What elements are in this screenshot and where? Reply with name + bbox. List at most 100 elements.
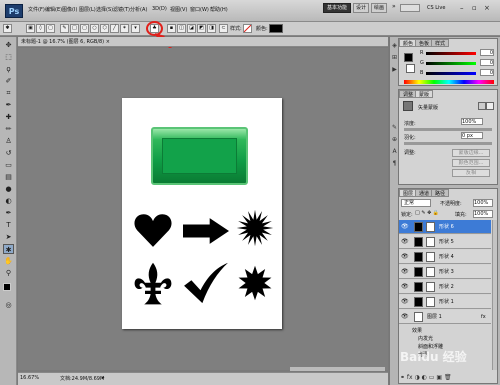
vector-mask-icon[interactable] [486, 102, 494, 110]
search-field[interactable] [400, 4, 420, 12]
b-value[interactable]: 0 [480, 69, 494, 76]
layer-row[interactable]: 👁 形状 5 [399, 235, 491, 249]
paths-icon[interactable]: ◊ [36, 24, 45, 33]
visibility-eye-icon[interactable]: 👁 [401, 220, 409, 234]
menu-analysis[interactable]: 分析(A) [130, 6, 147, 13]
lock-icons[interactable]: □ ✎ ✥ 🔒 [415, 210, 439, 216]
color-swatch[interactable] [269, 24, 283, 33]
dock-char-icon[interactable]: A [391, 148, 398, 155]
layer-row[interactable]: 👁 图层 1 fx [399, 310, 491, 324]
tab-styles[interactable]: 样式 [431, 39, 450, 47]
dock-clone-icon[interactable]: ⊕ [391, 136, 398, 143]
feather-value[interactable]: 0 px [461, 132, 483, 139]
g-value[interactable]: 0 [480, 59, 494, 66]
dock-brush-icon[interactable]: ✎ [391, 124, 398, 131]
menu-edit[interactable]: 编辑(E) [45, 6, 62, 13]
workspace-essentials-button[interactable]: 基本功能 [323, 3, 351, 13]
mask-edge-button[interactable]: 蒙版边缘... [452, 149, 490, 157]
foreground-color-swatch[interactable] [3, 283, 11, 291]
visibility-eye-icon[interactable]: 👁 [401, 280, 409, 294]
link-icon[interactable]: ⊂ [219, 24, 228, 33]
dock-actions-icon[interactable]: ▶ [391, 66, 398, 73]
menu-3d[interactable]: 3D(D) [152, 6, 167, 12]
effect-item[interactable]: 内发光 [418, 335, 433, 342]
minimize-icon[interactable]: – [460, 4, 464, 12]
stamp-tool-icon[interactable]: ♙ [3, 136, 14, 146]
menu-select[interactable]: 选择(S) [96, 6, 113, 13]
visibility-eye-icon[interactable]: 👁 [401, 265, 409, 279]
blue-slider[interactable] [426, 72, 476, 75]
menu-window[interactable]: 窗口(W) [190, 6, 209, 13]
geometry-options-icon[interactable]: ▾ [131, 24, 140, 33]
color-bg-swatch[interactable] [406, 64, 415, 73]
red-slider[interactable] [426, 52, 476, 55]
feather-slider[interactable] [404, 142, 492, 145]
layer-row[interactable]: 👁 形状 4 [399, 250, 491, 264]
close-icon[interactable]: × [484, 4, 490, 12]
tab-masks[interactable]: 蒙版 [415, 90, 434, 98]
custom-shape-icon[interactable]: ✶ [120, 24, 129, 33]
dock-3d-icon[interactable]: ◈ [391, 42, 398, 49]
menu-image[interactable]: 图像(I) [62, 6, 77, 13]
visibility-eye-icon[interactable]: 👁 [401, 250, 409, 264]
quick-select-tool-icon[interactable]: ✐ [3, 76, 14, 86]
lasso-tool-icon[interactable]: ϙ [3, 64, 14, 74]
visibility-eye-icon[interactable]: 👁 [401, 295, 409, 309]
color-fg-swatch[interactable] [404, 53, 413, 62]
history-brush-tool-icon[interactable]: ↺ [3, 148, 14, 158]
ellipse-icon[interactable]: ○ [90, 24, 99, 33]
layer-footer-icons[interactable]: ⚭ fx ◑ ◐ ▭ ▣ 🗑 [400, 374, 452, 381]
status-arrow-icon[interactable]: ▸ [102, 375, 105, 381]
workspace-paint-button[interactable]: 绘画 [371, 3, 387, 13]
crop-tool-icon[interactable]: ⌗ [3, 88, 14, 98]
pen-tool-icon[interactable]: ✒ [3, 208, 14, 218]
document-tab[interactable]: 未标题-1 @ 16.7% (图层 6, RGB/8) × [18, 37, 388, 47]
zoom-tool-icon[interactable]: ⚲ [3, 268, 14, 278]
quick-mask-icon[interactable]: ◎ [3, 300, 14, 310]
eraser-tool-icon[interactable]: ▭ [3, 160, 14, 170]
style-swatch[interactable] [243, 24, 252, 33]
pen-icon[interactable]: ✎ [60, 24, 69, 33]
menu-layer[interactable]: 图层(L) [79, 6, 96, 13]
brush-tool-icon[interactable]: ✏ [3, 124, 14, 134]
layer-row[interactable]: 👁 形状 1 [399, 295, 491, 309]
pixel-mask-icon[interactable] [478, 102, 486, 110]
visibility-eye-icon[interactable]: 👁 [401, 310, 409, 324]
healing-tool-icon[interactable]: ✚ [3, 112, 14, 122]
dock-history-icon[interactable]: ⊞ [391, 54, 398, 61]
type-tool-icon[interactable]: T [3, 220, 14, 230]
fill-value[interactable]: 100% [473, 210, 493, 218]
opacity-value[interactable]: 100% [473, 199, 493, 207]
density-slider[interactable] [404, 128, 492, 131]
path-select-tool-icon[interactable]: ➤ [3, 232, 14, 242]
line-icon[interactable]: ╱ [110, 24, 119, 33]
r-value[interactable]: 0 [480, 49, 494, 56]
workspace-design-button[interactable]: 设计 [353, 3, 369, 13]
menu-help[interactable]: 帮助(H) [210, 6, 228, 13]
density-value[interactable]: 100% [461, 118, 483, 125]
fx-badge[interactable]: fx [481, 310, 486, 324]
rectangle-icon[interactable]: □ [70, 24, 79, 33]
menu-filter[interactable]: 滤镜(T) [113, 6, 130, 13]
green-slider[interactable] [426, 62, 476, 65]
custom-shape-tool-active-icon[interactable]: ✱ [3, 244, 14, 254]
maximize-icon[interactable]: ▫ [472, 4, 477, 12]
blend-mode-select[interactable]: 正常 [401, 199, 431, 207]
polygon-icon[interactable]: ⬡ [100, 24, 109, 33]
layer-row[interactable]: 👁 形状 3 [399, 265, 491, 279]
menu-view[interactable]: 视图(V) [170, 6, 187, 13]
fill-pixels-icon[interactable]: ▢ [46, 24, 55, 33]
eyedropper-tool-icon[interactable]: ✒ [3, 100, 14, 110]
color-range-button[interactable]: 颜色范围... [452, 159, 490, 167]
layer-row[interactable]: 👁 形状 6 [399, 220, 491, 234]
chevron-right-icon[interactable]: » [392, 3, 396, 10]
horizontal-scrollbar[interactable] [290, 367, 385, 371]
hand-tool-icon[interactable]: ✋ [3, 256, 14, 266]
custom-shape-tool-icon[interactable]: ✱ [3, 24, 12, 33]
rounded-rectangle-icon[interactable]: ▢ [80, 24, 89, 33]
blur-tool-icon[interactable]: ● [3, 184, 14, 194]
status-zoom[interactable]: 16.67% [20, 375, 39, 381]
marquee-tool-icon[interactable]: ⬚ [3, 52, 14, 62]
tab-paths[interactable]: 路径 [431, 189, 450, 197]
invert-button[interactable]: 反相 [452, 169, 490, 177]
